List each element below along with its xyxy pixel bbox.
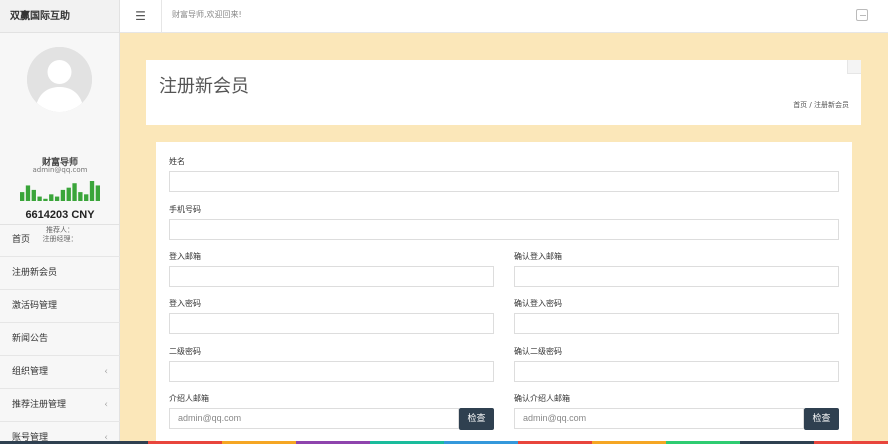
sidebar-item-organization[interactable]: 组织管理 ‹ [0, 356, 120, 389]
sparkline-bar [49, 194, 54, 201]
sidebar-item-label: 新闻公告 [12, 334, 49, 344]
user-silhouette-icon [27, 47, 92, 112]
sparkline-bar [95, 185, 100, 201]
sparkline-chart [20, 181, 100, 201]
check-intro-email-confirm-button[interactable]: 检查 [804, 408, 839, 430]
intro-email-confirm-field[interactable]: admin@qq.com [514, 408, 804, 429]
sidebar-item-activation-codes[interactable]: 激活码管理 [0, 290, 120, 323]
avatar[interactable] [27, 47, 92, 112]
sidebar-item-label: 组织管理 [12, 367, 49, 377]
collapse-icon[interactable] [847, 60, 861, 74]
page-title: 注册新会员 [159, 76, 249, 97]
chevron-left-icon: ‹ [104, 400, 108, 410]
sparkline-bar [66, 187, 71, 201]
sparkline-bar [84, 194, 89, 201]
email-label: 登入邮箱 [169, 252, 201, 261]
top-bar: ☰ 财富导师,欢迎回来! [120, 0, 888, 33]
logout-icon[interactable] [856, 9, 868, 21]
pin-field[interactable] [169, 361, 494, 382]
password-label: 登入密码 [169, 299, 201, 308]
sidebar-nav: 首页 注册新会员 激活码管理 新闻公告 组织管理 ‹ 推荐注册管理 ‹ 账号管理 ‹ [0, 224, 120, 444]
sparkline-bar [78, 192, 83, 201]
sparkline-bar [43, 198, 48, 201]
brand-title[interactable]: 双赢国际互助 [0, 0, 119, 33]
welcome-message: 财富导师,欢迎回来! [172, 10, 242, 19]
name-label: 姓名 [169, 157, 185, 166]
sidebar: 双赢国际互助 财富导师 admin@qq.com 6614203 CNY 推荐人… [0, 0, 120, 444]
sidebar-item-label: 推荐注册管理 [12, 400, 67, 410]
register-form: 姓名 手机号码 登入邮箱 确认登入邮箱 登入密码 确认登入密码 二级密码 确认二… [156, 142, 852, 444]
sparkline-bar [31, 189, 36, 201]
intro-email-field[interactable]: admin@qq.com [169, 408, 459, 429]
intro-email-confirm-label: 确认介绍人邮箱 [514, 394, 570, 403]
pin-label: 二级密码 [169, 347, 201, 356]
sparkline-bar [89, 181, 95, 201]
sidebar-item-label: 注册新会员 [12, 268, 58, 278]
pin-confirm-label: 确认二级密码 [514, 347, 562, 356]
password-confirm-field[interactable] [514, 313, 839, 334]
user-profile: 财富导师 admin@qq.com 6614203 CNY 推荐人： 注册经理： [0, 33, 119, 243]
sidebar-item-register-member[interactable]: 注册新会员 [0, 257, 120, 290]
phone-field[interactable] [169, 219, 839, 240]
chevron-left-icon: ‹ [104, 367, 108, 377]
check-intro-email-button[interactable]: 检查 [459, 408, 494, 430]
sidebar-item-label: 激活码管理 [12, 301, 58, 311]
intro-email-label: 介绍人邮箱 [169, 394, 209, 403]
sparkline-bar [54, 196, 60, 201]
sparkline-bar [25, 185, 31, 201]
sparkline-bar [72, 183, 77, 201]
phone-label: 手机号码 [169, 205, 201, 214]
email-confirm-label: 确认登入邮箱 [514, 252, 562, 261]
sparkline-bar [20, 192, 25, 201]
sidebar-item-news[interactable]: 新闻公告 [0, 323, 120, 356]
password-confirm-label: 确认登入密码 [514, 299, 562, 308]
sparkline-bar [60, 189, 66, 201]
account-balance: 6614203 CNY [25, 209, 95, 221]
user-email: admin@qq.com [32, 166, 88, 174]
sidebar-item-label: 首页 [12, 235, 31, 245]
password-field[interactable] [169, 313, 494, 334]
page-header: 注册新会员 首页 / 注册新会员 [146, 60, 861, 125]
menu-toggle-icon[interactable]: ☰ [120, 0, 162, 33]
name-field[interactable] [169, 171, 839, 192]
email-confirm-field[interactable] [514, 266, 839, 287]
pin-confirm-field[interactable] [514, 361, 839, 382]
sparkline-bar [37, 196, 42, 201]
breadcrumb[interactable]: 首页 / 注册新会员 [793, 100, 849, 110]
sidebar-item-referral-registration[interactable]: 推荐注册管理 ‹ [0, 389, 120, 422]
sidebar-item-home[interactable]: 首页 [0, 224, 120, 257]
email-field[interactable] [169, 266, 494, 287]
